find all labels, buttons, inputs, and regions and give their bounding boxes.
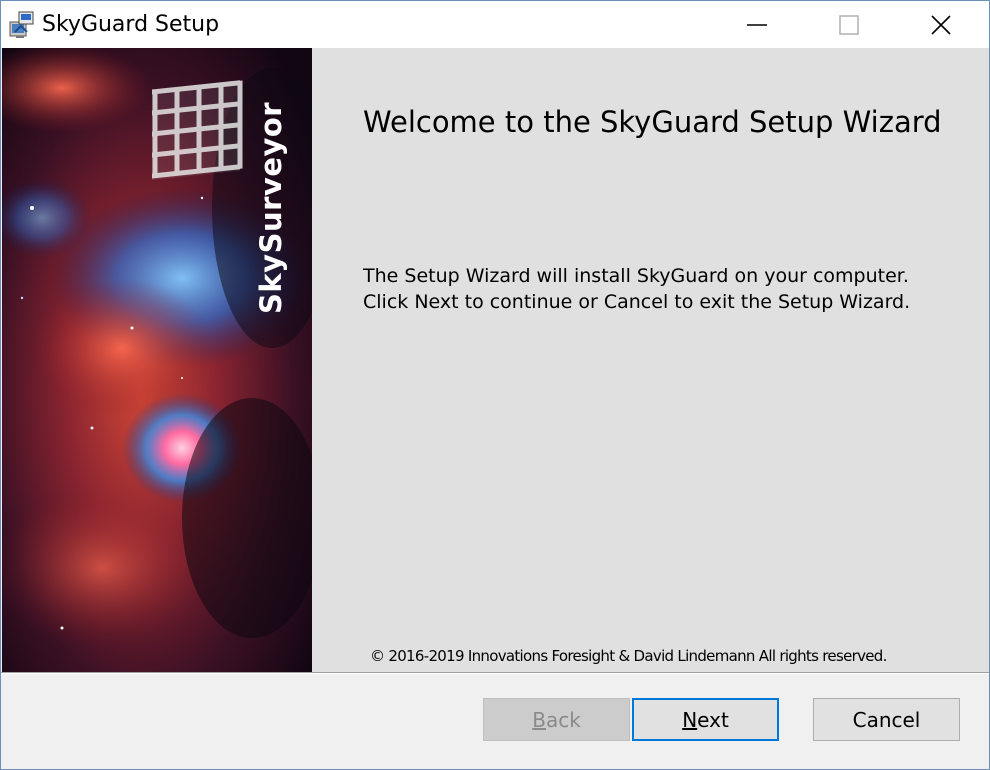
next-button[interactable]: Next — [632, 698, 779, 741]
title-bar[interactable]: SkyGuard Setup — [1, 1, 989, 48]
setup-window: SkyGuard Setup SkySurveyor Welcome to th… — [0, 0, 990, 770]
cancel-button[interactable]: Cancel — [813, 698, 960, 741]
cancel-button-label: Cancel — [852, 707, 921, 732]
brand-logo-text: SkySurveyor — [242, 102, 302, 318]
copyright-text: © 2016-2019 Innovations Foresight & Davi… — [370, 647, 887, 665]
wizard-description: The Setup Wizard will install SkyGuard o… — [363, 263, 910, 315]
page-title: Welcome to the SkyGuard Setup Wizard — [363, 105, 942, 139]
footer-divider-highlight — [1, 673, 989, 674]
minimize-icon[interactable] — [711, 1, 803, 48]
skysurveyor-grid-logo — [152, 80, 243, 180]
wizard-content: Welcome to the SkyGuard Setup Wizard The… — [312, 48, 989, 672]
maximize-icon[interactable] — [803, 1, 895, 48]
installer-app-icon — [9, 11, 34, 38]
description-line-2: Click Next to continue or Cancel to exit… — [363, 291, 911, 313]
back-button[interactable]: Back — [483, 698, 630, 741]
description-line-1: The Setup Wizard will install SkyGuard o… — [363, 265, 909, 287]
wizard-banner-image: SkySurveyor — [2, 48, 312, 672]
next-button-label: Next — [682, 707, 729, 732]
window-title: SkyGuard Setup — [42, 12, 220, 37]
brand-name: SkySurveyor — [254, 101, 288, 314]
close-icon[interactable] — [895, 1, 987, 48]
back-button-label: Back — [532, 707, 581, 732]
